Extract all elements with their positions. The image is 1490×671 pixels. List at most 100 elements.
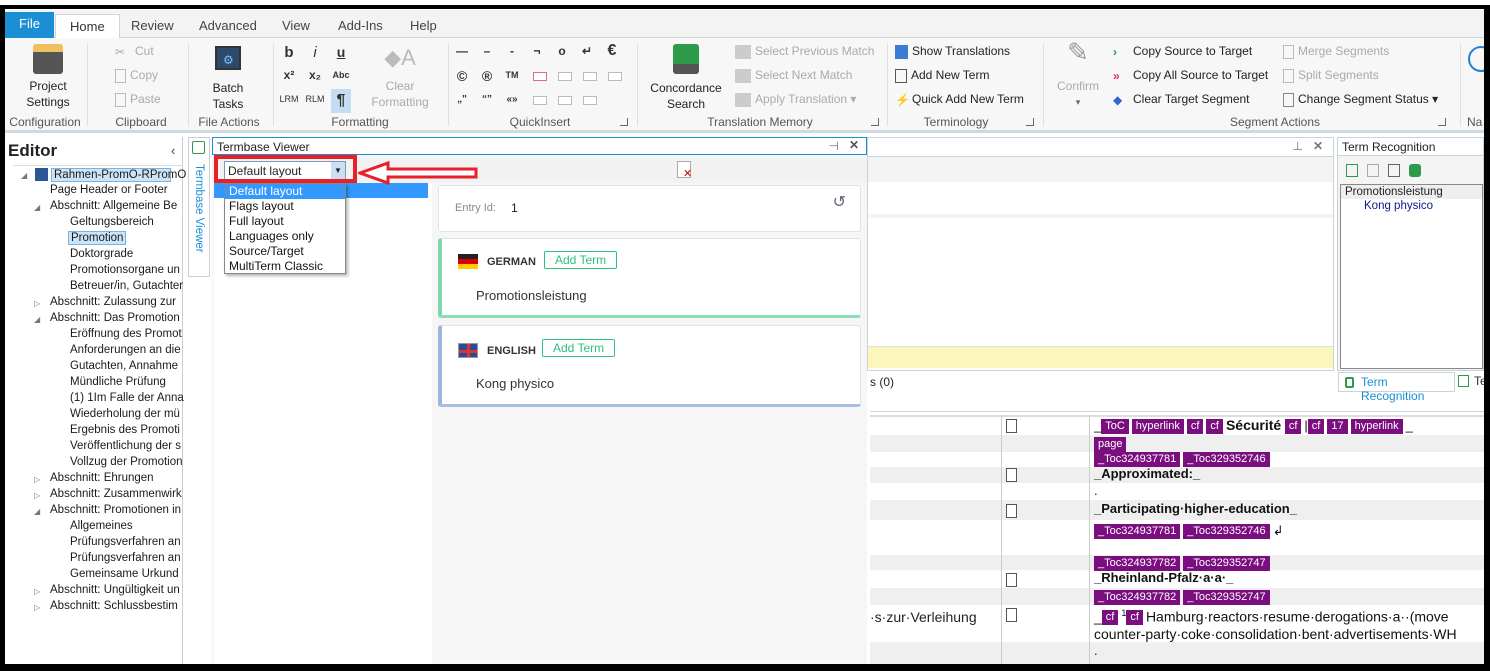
termbase-viewer-side-tab[interactable]: Termbase Viewer bbox=[188, 137, 210, 277]
collapse-icon[interactable]: ◢ bbox=[34, 315, 40, 324]
concordance-search-button[interactable]: Concordance Search bbox=[645, 44, 727, 112]
guillemets-button[interactable]: «» bbox=[502, 94, 522, 105]
apply-translation-button[interactable]: Apply Translation ▾ bbox=[735, 92, 856, 107]
superscript-button[interactable]: x² bbox=[279, 68, 299, 82]
tab-help[interactable]: Help bbox=[396, 14, 451, 38]
add-term-button[interactable]: Add Term bbox=[542, 339, 616, 357]
collapse-icon[interactable]: ◢ bbox=[34, 507, 40, 516]
tree-item[interactable]: Ergebnis des Promoti bbox=[68, 424, 182, 436]
delete-entry-icon[interactable]: ✕ bbox=[677, 161, 692, 180]
tag-insert-button[interactable] bbox=[583, 96, 597, 105]
euro-button[interactable]: € bbox=[602, 42, 622, 60]
expand-icon[interactable]: ▷ bbox=[34, 475, 40, 484]
tab-advanced[interactable]: Advanced bbox=[185, 14, 271, 38]
tree-item[interactable]: Geltungsbereich bbox=[68, 216, 156, 228]
copy-source-to-target-button[interactable]: › Copy Source to Target bbox=[1113, 44, 1252, 59]
terminology-launcher-icon[interactable] bbox=[1026, 118, 1034, 126]
tag-insert-button[interactable] bbox=[558, 72, 572, 81]
batch-tasks-button[interactable]: ⚙ Batch Tasks bbox=[200, 46, 256, 112]
expand-icon[interactable]: ▷ bbox=[34, 587, 40, 596]
target-segment-3[interactable]: _Participating·higher-education_ bbox=[1094, 501, 1297, 516]
tab-term-recognition[interactable]: Term Recognition bbox=[1338, 372, 1455, 403]
add-new-term-button[interactable]: Add New Term bbox=[895, 68, 989, 83]
tree-item[interactable]: Page Header or Footer bbox=[48, 184, 170, 196]
split-segments-button[interactable]: Split Segments bbox=[1283, 68, 1379, 83]
search-termbase-icon[interactable] bbox=[1346, 164, 1358, 177]
select-next-match-button[interactable]: Select Next Match bbox=[735, 68, 852, 83]
expand-icon[interactable]: ▷ bbox=[34, 491, 40, 500]
tree-item[interactable]: Wiederholung der mü bbox=[68, 408, 182, 420]
double-quote-button[interactable]: “” bbox=[477, 94, 497, 105]
tree-item[interactable]: Gutachten, Annahme bbox=[68, 360, 180, 372]
quickinsert-launcher-icon[interactable] bbox=[620, 118, 628, 126]
target-segment-1[interactable]: _ ToC hyperlink cf cf Sécurité cf | cf 17 hyperli… bbox=[1094, 417, 1413, 435]
tree-item[interactable]: ▷ Abschnitt: Zusammenwirk bbox=[34, 488, 184, 500]
bold-button[interactable]: b bbox=[279, 44, 299, 61]
collapse-icon[interactable]: ◢ bbox=[21, 171, 27, 180]
rlm-button[interactable]: RLM bbox=[305, 94, 325, 104]
tree-item[interactable]: Gemeinsame Urkund bbox=[68, 568, 181, 580]
tab-file[interactable]: File bbox=[5, 12, 54, 38]
tab-view[interactable]: View bbox=[268, 14, 324, 38]
pin-icon[interactable]: ⊣ bbox=[829, 139, 839, 153]
source-term[interactable]: Promotionsleistung bbox=[1341, 185, 1482, 199]
layout-option[interactable]: Languages only bbox=[225, 229, 345, 244]
degree-button[interactable]: o bbox=[552, 44, 572, 58]
paste-button[interactable]: Paste bbox=[115, 92, 161, 107]
add-term-button[interactable]: Add Term bbox=[544, 251, 618, 269]
tag-insert-button[interactable] bbox=[533, 96, 547, 105]
source-segment-text[interactable]: s·zur·Verleihung· bbox=[870, 609, 1000, 625]
project-settings-button[interactable]: Project Settings bbox=[19, 44, 77, 110]
show-translations-button[interactable]: Show Translations bbox=[895, 44, 1010, 59]
tag-insert-button[interactable] bbox=[558, 96, 572, 105]
close-icon[interactable]: ✕ bbox=[1313, 139, 1323, 153]
segment-actions-launcher-icon[interactable] bbox=[1438, 118, 1446, 126]
tree-item[interactable]: Doktorgrade bbox=[68, 248, 135, 260]
italic-button[interactable]: i bbox=[305, 44, 325, 61]
close-icon[interactable]: ✕ bbox=[849, 138, 859, 152]
collapse-icon[interactable]: ◢ bbox=[34, 203, 40, 212]
merge-segments-button[interactable]: Merge Segments bbox=[1283, 44, 1389, 59]
quick-add-new-term-button[interactable]: ⚡ Quick Add New Term bbox=[895, 92, 1024, 107]
tm-launcher-icon[interactable] bbox=[871, 118, 879, 126]
change-segment-status-button[interactable]: Change Segment Status ▾ bbox=[1283, 92, 1438, 107]
edit-entry-icon[interactable] bbox=[1367, 164, 1379, 177]
tree-item[interactable]: Veröffentlichung der s bbox=[68, 440, 183, 452]
hyphen-button[interactable]: - bbox=[502, 44, 522, 58]
target-segment-2[interactable]: _Approximated:_ bbox=[1094, 466, 1200, 481]
not-sign-button[interactable]: ¬ bbox=[527, 44, 547, 58]
em-dash-button[interactable]: — bbox=[452, 44, 472, 58]
small-caps-button[interactable]: Abc bbox=[331, 70, 351, 80]
cut-button[interactable]: ✂ Cut bbox=[115, 44, 154, 59]
line-break-button[interactable]: ↵ bbox=[577, 44, 597, 58]
trademark-button[interactable]: TM bbox=[502, 70, 522, 80]
tree-item[interactable]: ◢ Abschnitt: Das Promotion bbox=[34, 312, 182, 324]
tab-review[interactable]: Review bbox=[117, 14, 188, 38]
tree-item[interactable]: Betreuer/in, Gutachter bbox=[68, 280, 185, 292]
tree-item[interactable]: Prüfungsverfahren an bbox=[68, 536, 183, 548]
tree-item[interactable]: Mündliche Prüfung bbox=[68, 376, 168, 388]
tree-item[interactable]: ▷ Abschnitt: Ungültigkeit un bbox=[34, 584, 182, 596]
layout-option[interactable]: Flags layout bbox=[225, 199, 345, 214]
tab-termbase-search[interactable]: Te bbox=[1458, 374, 1487, 388]
tree-item[interactable]: Anforderungen an die bbox=[68, 344, 183, 356]
tab-add-ins[interactable]: Add-Ins bbox=[324, 14, 397, 38]
settings-list-icon[interactable] bbox=[1388, 164, 1400, 177]
layout-option[interactable]: Full layout bbox=[225, 214, 345, 229]
lrm-button[interactable]: LRM bbox=[279, 94, 299, 104]
tree-item[interactable]: ▷ Abschnitt: Schlussbestim bbox=[34, 600, 180, 612]
tree-item[interactable]: ▷ Abschnitt: Ehrungen bbox=[34, 472, 156, 484]
layout-option[interactable]: Source/Target bbox=[225, 244, 345, 259]
layout-option[interactable]: Default layout bbox=[225, 184, 345, 199]
subscript-button[interactable]: x₂ bbox=[305, 68, 325, 82]
layout-option[interactable]: MultiTerm Classic bbox=[225, 259, 345, 274]
tag-insert-button[interactable] bbox=[583, 72, 597, 81]
tree-item[interactable]: ▷ Abschnitt: Zulassung zur bbox=[34, 296, 178, 308]
clear-formatting-button[interactable]: ◆A Clear Formatting bbox=[365, 47, 435, 110]
tree-item[interactable]: (1) 1Im Falle der Anna bbox=[68, 392, 186, 404]
target-segment-4[interactable]: _Rheinland-Pfalz·a·a·_ bbox=[1094, 570, 1233, 585]
expand-icon[interactable]: ▷ bbox=[34, 603, 40, 612]
termbase-icon[interactable] bbox=[1409, 164, 1421, 177]
pin-icon[interactable]: ⊥ bbox=[1293, 139, 1303, 153]
copyright-button[interactable]: © bbox=[452, 68, 472, 84]
